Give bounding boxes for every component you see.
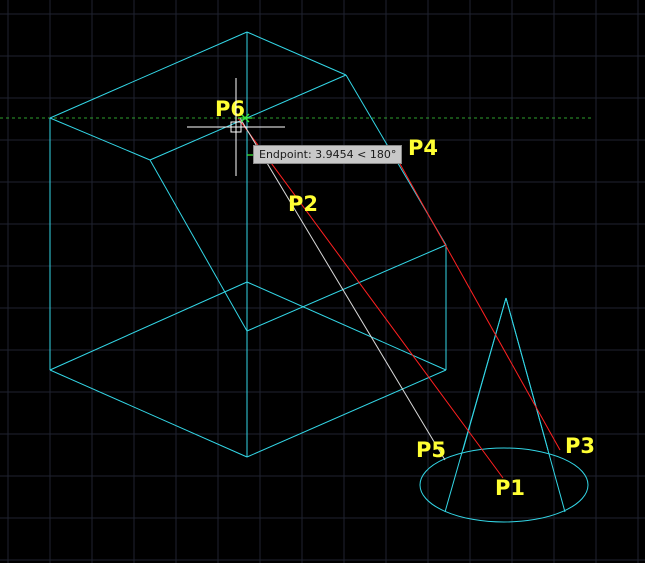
label-p5: P5 (416, 438, 446, 462)
background-grid (0, 0, 645, 563)
label-p1: P1 (495, 476, 525, 500)
line-p1-to-p6 (237, 117, 504, 479)
label-p3: P3 (565, 434, 595, 458)
label-p4: P4 (408, 136, 438, 160)
label-p2: P2 (288, 192, 318, 216)
drawing-viewport[interactable]: P6 P4 P2 P5 P3 P1 Endpoint: 3.9454 < 180… (0, 0, 645, 563)
model-space-canvas[interactable]: P6 P4 P2 P5 P3 P1 (0, 0, 645, 563)
box-wireframe (49, 31, 447, 458)
line-p3-to-p4 (394, 154, 561, 451)
label-p6: P6 (215, 97, 245, 121)
dynamic-input-tooltip: Endpoint: 3.9454 < 180° (253, 145, 403, 164)
line-p5-to-p6 (239, 117, 446, 461)
